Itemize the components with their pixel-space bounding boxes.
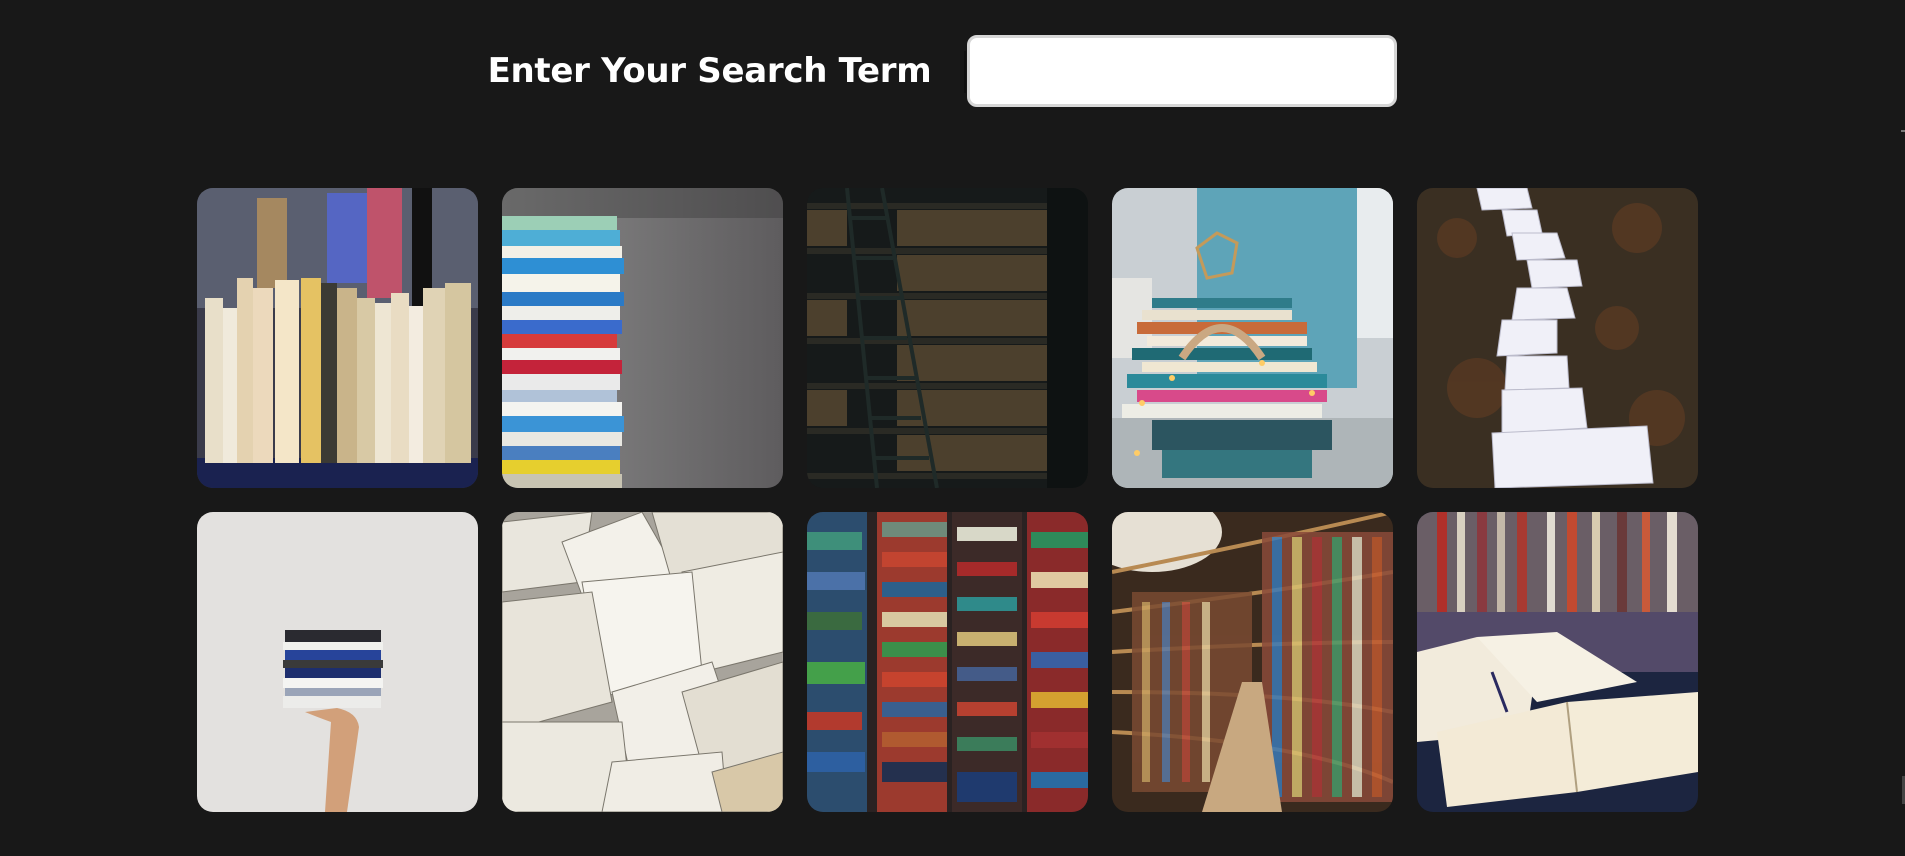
open-books-table-image bbox=[1417, 512, 1698, 812]
page-path-image bbox=[1417, 188, 1698, 488]
gallery-image[interactable] bbox=[807, 188, 1088, 488]
book-pile-lamp-image bbox=[1112, 188, 1393, 488]
gallery-image[interactable] bbox=[197, 188, 478, 488]
gallery-image[interactable] bbox=[807, 512, 1088, 812]
gallery-image[interactable] bbox=[502, 512, 783, 812]
gallery-image[interactable] bbox=[1112, 512, 1393, 812]
search-input[interactable] bbox=[967, 35, 1398, 107]
hand-books-image bbox=[197, 512, 478, 812]
text-caret bbox=[964, 51, 966, 93]
search-label: Enter Your Search Term bbox=[487, 51, 932, 91]
gallery-image[interactable] bbox=[1112, 188, 1393, 488]
gallery-image[interactable] bbox=[502, 188, 783, 488]
scroll-indicator bbox=[1901, 130, 1905, 132]
gallery-image[interactable] bbox=[197, 512, 478, 812]
search-bar: Enter Your Search Term bbox=[0, 32, 1905, 110]
hardcover-stack-image bbox=[807, 512, 1088, 812]
image-gallery bbox=[197, 188, 1698, 812]
gallery-image[interactable] bbox=[1417, 512, 1698, 812]
gallery-image[interactable] bbox=[1417, 188, 1698, 488]
book-stack-image bbox=[502, 188, 783, 488]
curved-library-image bbox=[1112, 512, 1393, 812]
open-books-image bbox=[502, 512, 783, 812]
book-spines-image bbox=[197, 188, 478, 488]
library-ladder-image bbox=[807, 188, 1088, 488]
